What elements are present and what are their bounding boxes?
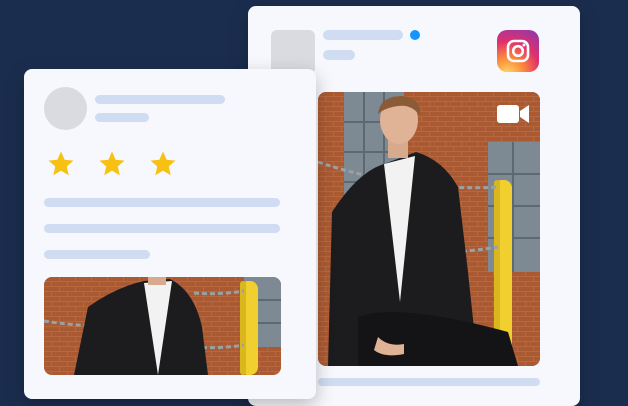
review-photo[interactable] [44,277,281,375]
video-camera-icon [496,102,530,131]
instagram-icon [497,30,539,72]
status-dot [410,30,420,40]
review-line-2 [44,224,280,233]
review-card [24,69,316,399]
post-photo[interactable] [318,92,540,366]
caption-placeholder [318,378,540,386]
star-icon [99,151,125,176]
review-line-3 [44,250,150,259]
username-placeholder [323,30,403,40]
star-icon [48,151,74,176]
star-icon [150,151,176,176]
reviewer-avatar-placeholder [44,87,87,130]
profile-picture-placeholder [271,30,315,74]
review-line-1 [44,198,280,207]
reviewer-meta-placeholder [95,113,149,122]
reviewer-name-placeholder [95,95,225,104]
subtitle-placeholder [323,50,355,60]
